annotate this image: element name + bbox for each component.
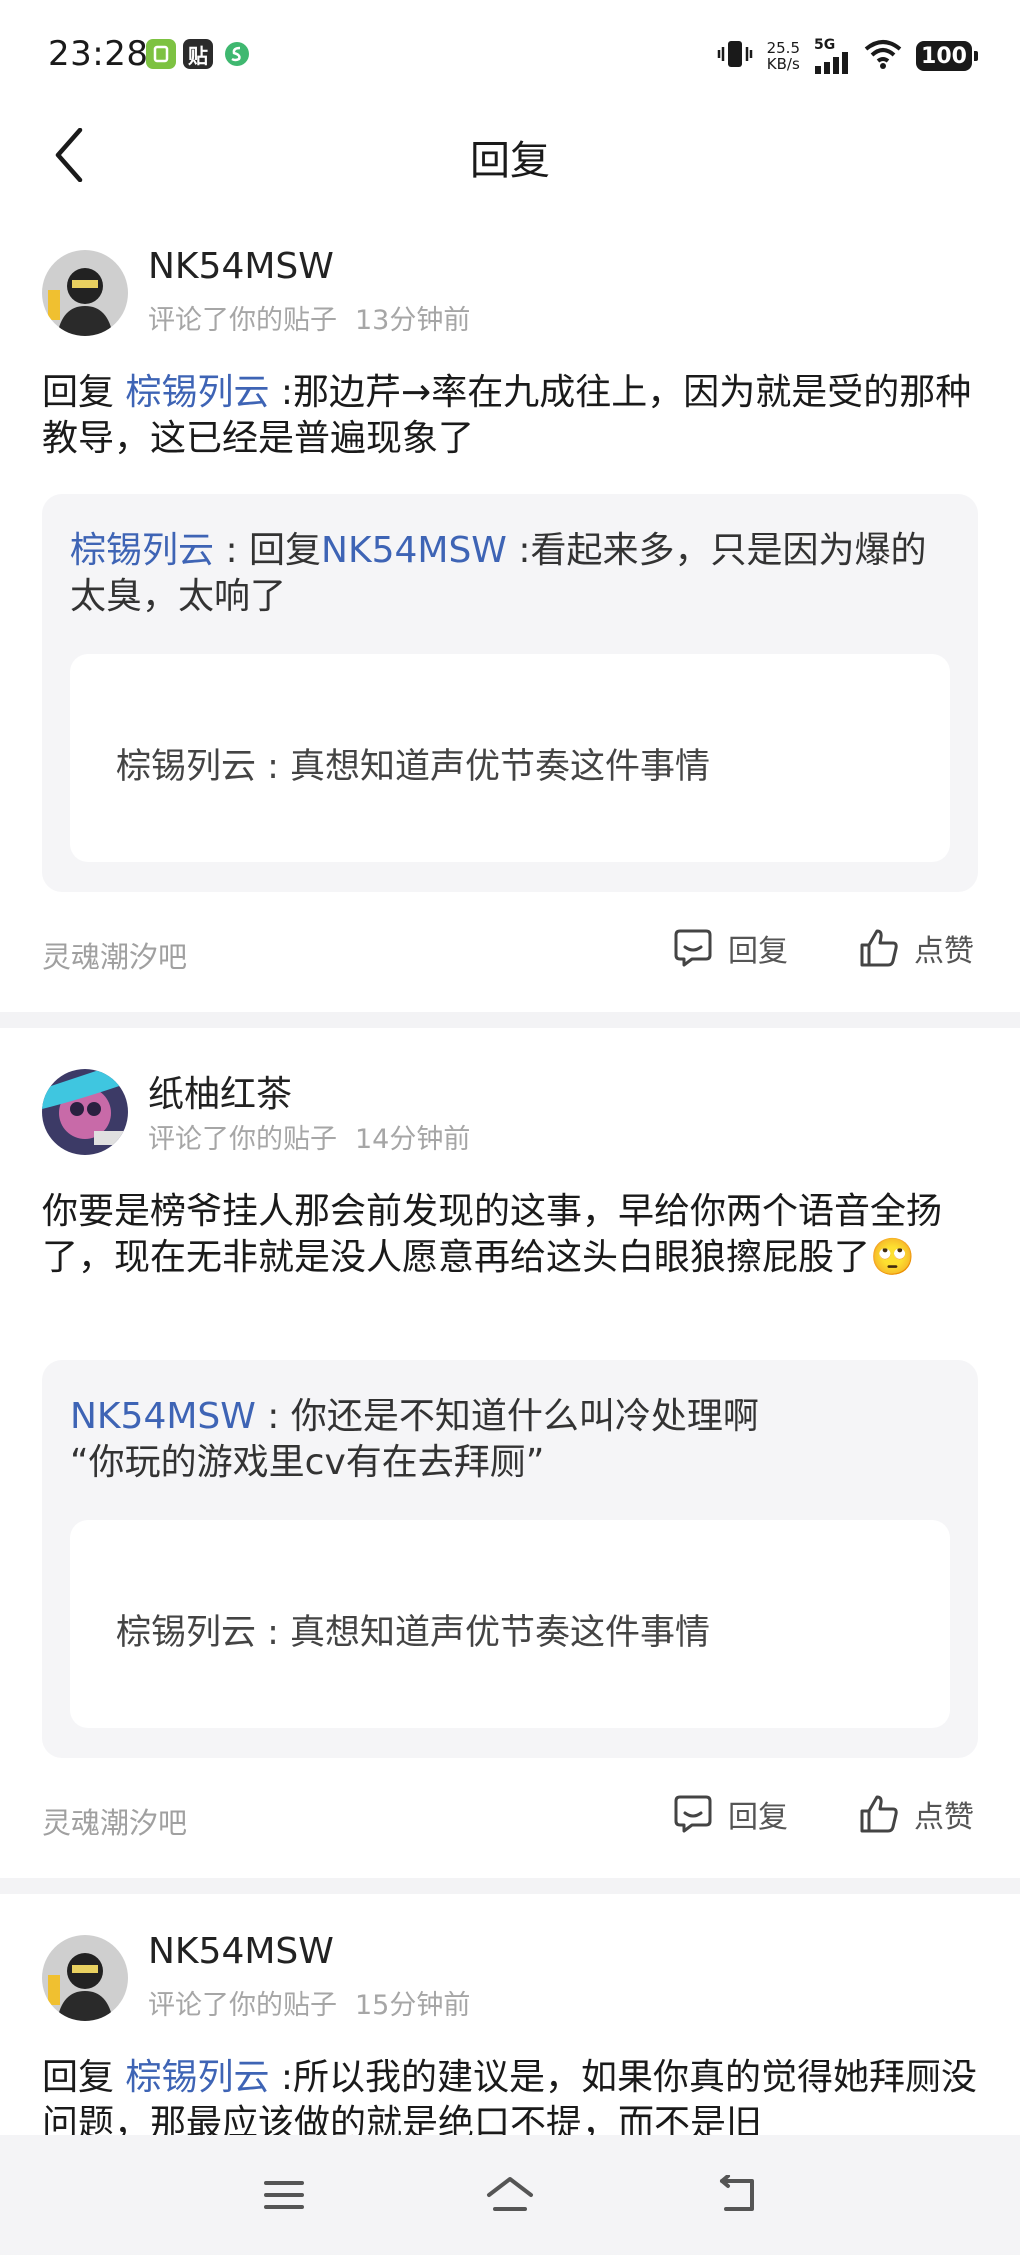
reply-to-user[interactable]: 棕锡列云 [125, 372, 269, 413]
original-post-text: 棕锡列云 : 真想知道声优节奏这件事情 [116, 1613, 711, 1653]
avatar[interactable] [42, 1069, 128, 1155]
status-indicators: 25.5 KB/s 5G 100 [717, 34, 978, 78]
like-label: 点赞 [914, 1800, 974, 1835]
separator [0, 1878, 1020, 1894]
reply-label: 回复 [728, 934, 788, 969]
status-time: 23:28 [48, 34, 149, 74]
battery-indicator: 100 [916, 41, 978, 71]
avatar[interactable] [42, 1935, 128, 2021]
quote-text: NK54MSW : 你还是不知道什么叫冷处理啊 “你玩的游戏里cv有在去拜厕” [70, 1396, 759, 1483]
comment-icon [674, 929, 712, 967]
quoted-comment[interactable]: 棕锡列云 : 回复NK54MSW :看起来多，只是因为爆的太臭，太响了 棕锡列云… [42, 494, 978, 892]
quoted-comment[interactable]: NK54MSW : 你还是不知道什么叫冷处理啊 “你玩的游戏里cv有在去拜厕” … [42, 1360, 978, 1758]
quote-author[interactable]: 棕锡列云 [70, 530, 214, 571]
reply-button[interactable]: 回复 [672, 926, 788, 970]
action-text: 评论了你的贴子 [148, 1124, 337, 1155]
separator [0, 1012, 1020, 1028]
home-button[interactable] [480, 2165, 540, 2225]
reply-prefix: 回复 [42, 372, 115, 413]
forum-name[interactable]: 灵魂潮汐吧 [42, 1800, 187, 1842]
signal-icon [815, 52, 848, 74]
avatar[interactable] [42, 250, 128, 336]
reply-button[interactable]: 回复 [672, 1792, 788, 1836]
back-nav-icon [720, 2175, 754, 2211]
comment-text[interactable]: 你要是榜爷挂人那会前发现的这事，早给你两个语音全扬了，现在无非就是没人愿意再给这… [42, 1189, 982, 1281]
username[interactable]: NK54MSW [148, 246, 334, 287]
original-post-text: 棕锡列云 : 真想知道声优节奏这件事情 [116, 747, 711, 787]
header: 回复 [0, 110, 1020, 230]
green-s-app-icon [222, 39, 252, 69]
quote-text: 棕锡列云 : 回复NK54MSW :看起来多，只是因为爆的太臭，太响了 [70, 530, 927, 617]
reply-to-user[interactable]: 棕锡列云 [125, 2057, 269, 2098]
notification-meta: 评论了你的贴子 14分钟前 [148, 1117, 470, 1156]
forum-name[interactable]: 灵魂潮汐吧 [42, 934, 187, 976]
reply-prefix: 回复 [42, 2057, 115, 2098]
original-post-card[interactable]: 棕锡列云 : 真想知道声优节奏这件事情 [70, 1520, 950, 1728]
like-button[interactable]: 点赞 [858, 1792, 974, 1836]
notification-meta: 评论了你的贴子 13分钟前 [148, 298, 470, 337]
username[interactable]: 纸柚红茶 [148, 1065, 292, 1117]
reply-label: 回复 [728, 1800, 788, 1835]
system-navigation-bar [0, 2135, 1020, 2255]
notification-meta: 评论了你的贴子 15分钟前 [148, 1983, 470, 2022]
original-post-card[interactable]: 棕锡列云 : 真想知道声优节奏这件事情 [70, 654, 950, 862]
network-type: 5G [814, 37, 836, 53]
green-app-icon [146, 39, 176, 69]
quote-author[interactable]: NK54MSW [70, 1396, 256, 1437]
action-text: 评论了你的贴子 [148, 305, 337, 336]
timestamp: 14分钟前 [355, 1124, 471, 1155]
like-button[interactable]: 点赞 [858, 926, 974, 970]
cell-signal: 5G [814, 38, 850, 74]
timestamp: 13分钟前 [355, 305, 471, 336]
status-bar: 23:28 贴 25.5 KB/s 5G 100 [0, 0, 1020, 110]
wifi-icon [864, 39, 902, 73]
vibrate-icon [717, 38, 753, 74]
tieba-app-icon: 贴 [183, 39, 213, 69]
page-title: 回复 [470, 138, 550, 184]
action-text: 评论了你的贴子 [148, 1990, 337, 2021]
menu-button[interactable] [254, 2165, 314, 2225]
timestamp: 15分钟前 [355, 1990, 471, 2021]
username[interactable]: NK54MSW [148, 1931, 334, 1972]
comment-text[interactable]: 回复 棕锡列云 :那边芹→率在九成往上，因为就是受的那种教导，这已经是普遍现象了 [42, 370, 982, 462]
quote-reply-to[interactable]: NK54MSW [321, 530, 507, 571]
back-nav-button[interactable] [706, 2165, 766, 2225]
like-label: 点赞 [914, 934, 974, 969]
network-speed: 25.5 KB/s [766, 39, 800, 73]
thumbs-up-icon [860, 1795, 898, 1833]
home-icon [487, 2177, 533, 2211]
thumbs-up-icon [860, 929, 898, 967]
comment-icon [674, 1795, 712, 1833]
comment-text[interactable]: 回复 棕锡列云 :所以我的建议是，如果你真的觉得她拜厕没问题，那最应该做的就是绝… [42, 2055, 982, 2147]
menu-icon [264, 2181, 304, 2209]
